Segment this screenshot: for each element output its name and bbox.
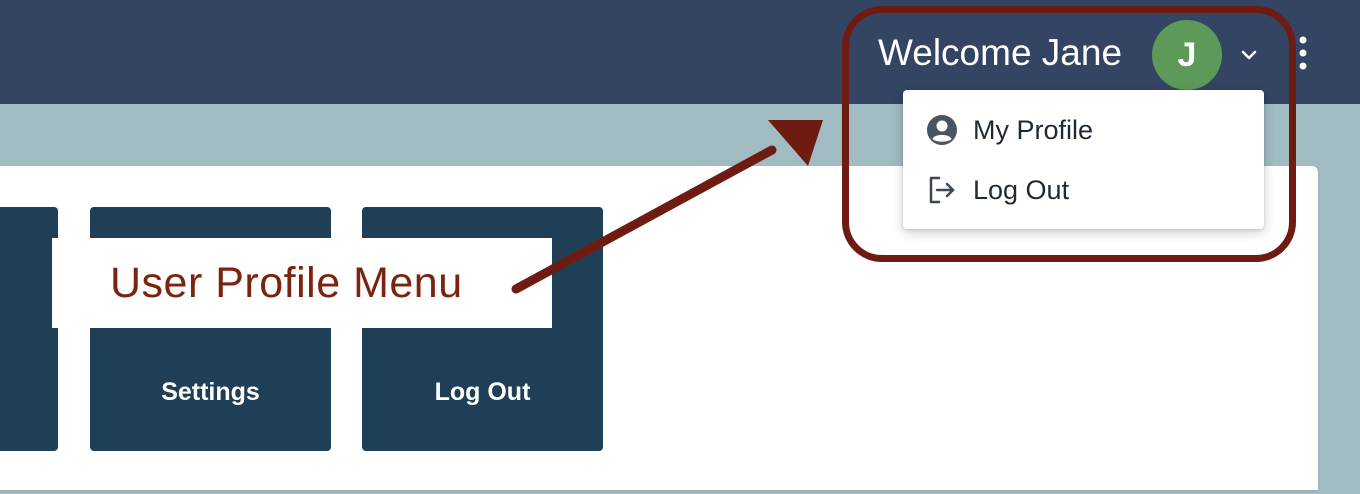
sign-out-icon <box>925 173 959 207</box>
dashboard-tile-partial[interactable] <box>0 207 58 451</box>
user-circle-icon <box>925 113 959 147</box>
vertical-dots-icon[interactable] <box>1293 34 1313 74</box>
annotation-label: User Profile Menu <box>110 258 463 307</box>
user-profile-dropdown: My Profile Log Out <box>903 90 1264 229</box>
user-avatar[interactable]: J <box>1152 20 1222 90</box>
menu-item-label: My Profile <box>973 114 1094 145</box>
screen: Settings Log Out User Profile Menu Welco… <box>0 0 1360 494</box>
menu-item-label: Log Out <box>973 174 1070 205</box>
menu-item-log-out[interactable]: Log Out <box>903 162 1264 218</box>
tile-label-logout: Log Out <box>434 378 531 406</box>
avatar-initial: J <box>1177 35 1197 74</box>
tile-label-settings: Settings <box>161 378 260 406</box>
menu-item-my-profile[interactable]: My Profile <box>903 102 1264 158</box>
welcome-text: Welcome Jane <box>878 32 1123 73</box>
chevron-down-icon[interactable] <box>1238 44 1260 66</box>
annotation-callout: User Profile Menu <box>52 238 552 328</box>
